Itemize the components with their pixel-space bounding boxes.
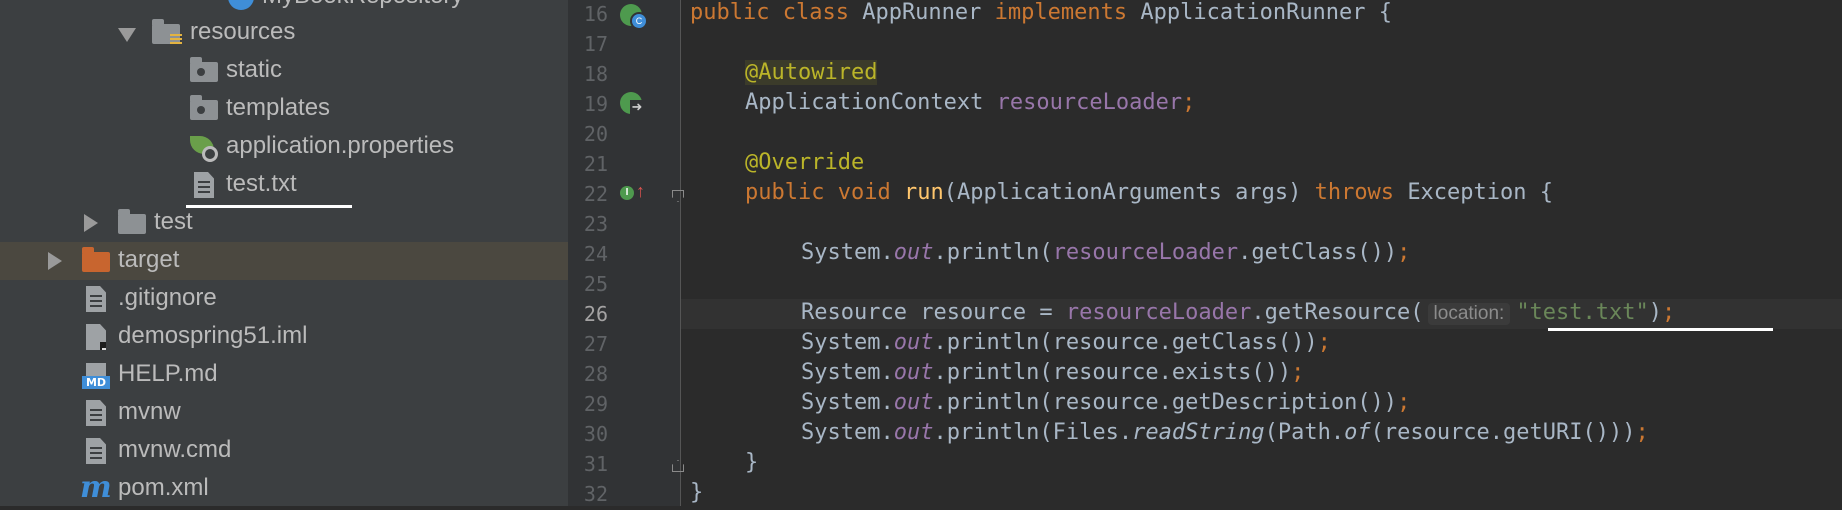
code-line-26: Resource resource = resourceLoader.getRe… xyxy=(801,300,1676,325)
tree-item-pom-xml[interactable]: m pom.xml xyxy=(0,470,568,506)
tree-item-mvnw[interactable]: mvnw xyxy=(0,394,568,432)
class-icon xyxy=(228,0,254,10)
text-file-icon xyxy=(194,172,214,198)
line-number: 32 xyxy=(583,482,608,506)
line-number: 19 xyxy=(583,92,608,116)
tree-item-label: HELP.md xyxy=(118,360,218,387)
text-file-icon xyxy=(86,438,106,464)
project-tree: MyBookRepository resources static templa… xyxy=(0,0,568,506)
code-line-29: System.out.println(resource.getDescripti… xyxy=(801,390,1411,415)
code-line-31: } xyxy=(745,450,759,475)
tree-item-templates[interactable]: templates xyxy=(0,90,568,128)
parameter-hint: location: xyxy=(1427,303,1511,325)
tree-item-target[interactable]: target xyxy=(0,242,568,280)
highlight-underline xyxy=(1548,328,1773,331)
code-line-19: ApplicationContext resourceLoader; xyxy=(745,90,1196,115)
line-number: 16 xyxy=(583,2,608,26)
tree-item-iml[interactable]: demospring51.iml xyxy=(0,318,568,356)
line-number: 27 xyxy=(583,332,608,356)
tree-item-label: mvnw.cmd xyxy=(118,436,232,463)
tree-item-label: mvnw xyxy=(118,398,181,425)
line-number: 20 xyxy=(583,122,608,146)
excluded-folder-icon xyxy=(82,247,110,272)
implements-gutter-icon[interactable]: I xyxy=(620,186,634,200)
line-number: 25 xyxy=(583,272,608,296)
tree-item-test-txt[interactable]: test.txt xyxy=(0,166,568,204)
tree-item-gitignore[interactable]: .gitignore xyxy=(0,280,568,318)
folder-icon xyxy=(190,95,218,120)
tree-item-label: .gitignore xyxy=(118,284,217,311)
module-file-icon xyxy=(86,324,106,350)
expand-arrow-icon[interactable] xyxy=(118,28,136,42)
collapse-arrow-icon[interactable] xyxy=(48,252,62,270)
folder-icon xyxy=(190,57,218,82)
collapse-arrow-icon[interactable] xyxy=(84,214,98,232)
folder-icon xyxy=(118,209,146,234)
code-line-18: @Autowired xyxy=(745,60,878,85)
line-number: 18 xyxy=(583,62,608,86)
tree-item-label: demospring51.iml xyxy=(118,322,308,349)
line-number: 21 xyxy=(583,152,608,176)
tree-item-static[interactable]: static xyxy=(0,52,568,90)
line-number: 23 xyxy=(583,212,608,236)
tree-item-label: resources xyxy=(190,18,296,45)
code-line-27: System.out.println(resource.getClass()); xyxy=(801,330,1331,355)
tree-item-label: MyBookRepository xyxy=(262,0,463,10)
tree-item-label: pom.xml xyxy=(118,474,209,501)
gear-icon xyxy=(202,146,218,162)
tree-item-label: target xyxy=(118,246,180,273)
tree-item-label: application.properties xyxy=(226,132,455,159)
ide-window: MyBookRepository resources static templa… xyxy=(0,0,1842,506)
maven-icon: m xyxy=(80,470,112,505)
line-number: 17 xyxy=(583,32,608,56)
tree-item-label: templates xyxy=(226,94,331,121)
line-number: 31 xyxy=(583,452,608,476)
tree-item-label: static xyxy=(226,56,283,83)
code-line-28: System.out.println(resource.exists()); xyxy=(801,360,1305,385)
tree-item-label: test xyxy=(154,208,193,235)
tree-item-test[interactable]: test xyxy=(0,204,568,242)
code-line-21: @Override xyxy=(745,150,865,175)
class-badge-icon: C xyxy=(630,12,648,30)
tree-item-resources[interactable]: resources xyxy=(0,14,568,52)
code-line-24: System.out.println(resourceLoader.getCla… xyxy=(801,240,1411,265)
tree-item-application-properties[interactable]: application.properties xyxy=(0,128,568,166)
line-number: 29 xyxy=(583,392,608,416)
tree-item-help-md[interactable]: MD HELP.md xyxy=(0,356,568,394)
code-line-30: System.out.println(Files.readString(Path… xyxy=(801,420,1649,445)
line-number: 22 xyxy=(583,182,608,206)
code-line-16: public class AppRunner implements Applic… xyxy=(690,0,1393,25)
line-number: 28 xyxy=(583,362,608,386)
resources-folder-icon xyxy=(152,19,182,46)
markdown-file-icon: MD xyxy=(82,363,110,389)
tree-item-mvnw-cmd[interactable]: mvnw.cmd xyxy=(0,432,568,470)
code-line-22: public void run(ApplicationArguments arg… xyxy=(745,180,1554,205)
tree-item-label: test.txt xyxy=(226,170,297,197)
navigate-arrow-icon: ➜ xyxy=(630,99,644,114)
line-number: 30 xyxy=(583,422,608,446)
line-number-current: 26 xyxy=(583,302,608,326)
override-up-arrow-icon[interactable]: ↑ xyxy=(636,182,645,200)
line-number: 24 xyxy=(583,242,608,266)
text-file-icon xyxy=(86,286,106,312)
text-file-icon xyxy=(86,400,106,426)
